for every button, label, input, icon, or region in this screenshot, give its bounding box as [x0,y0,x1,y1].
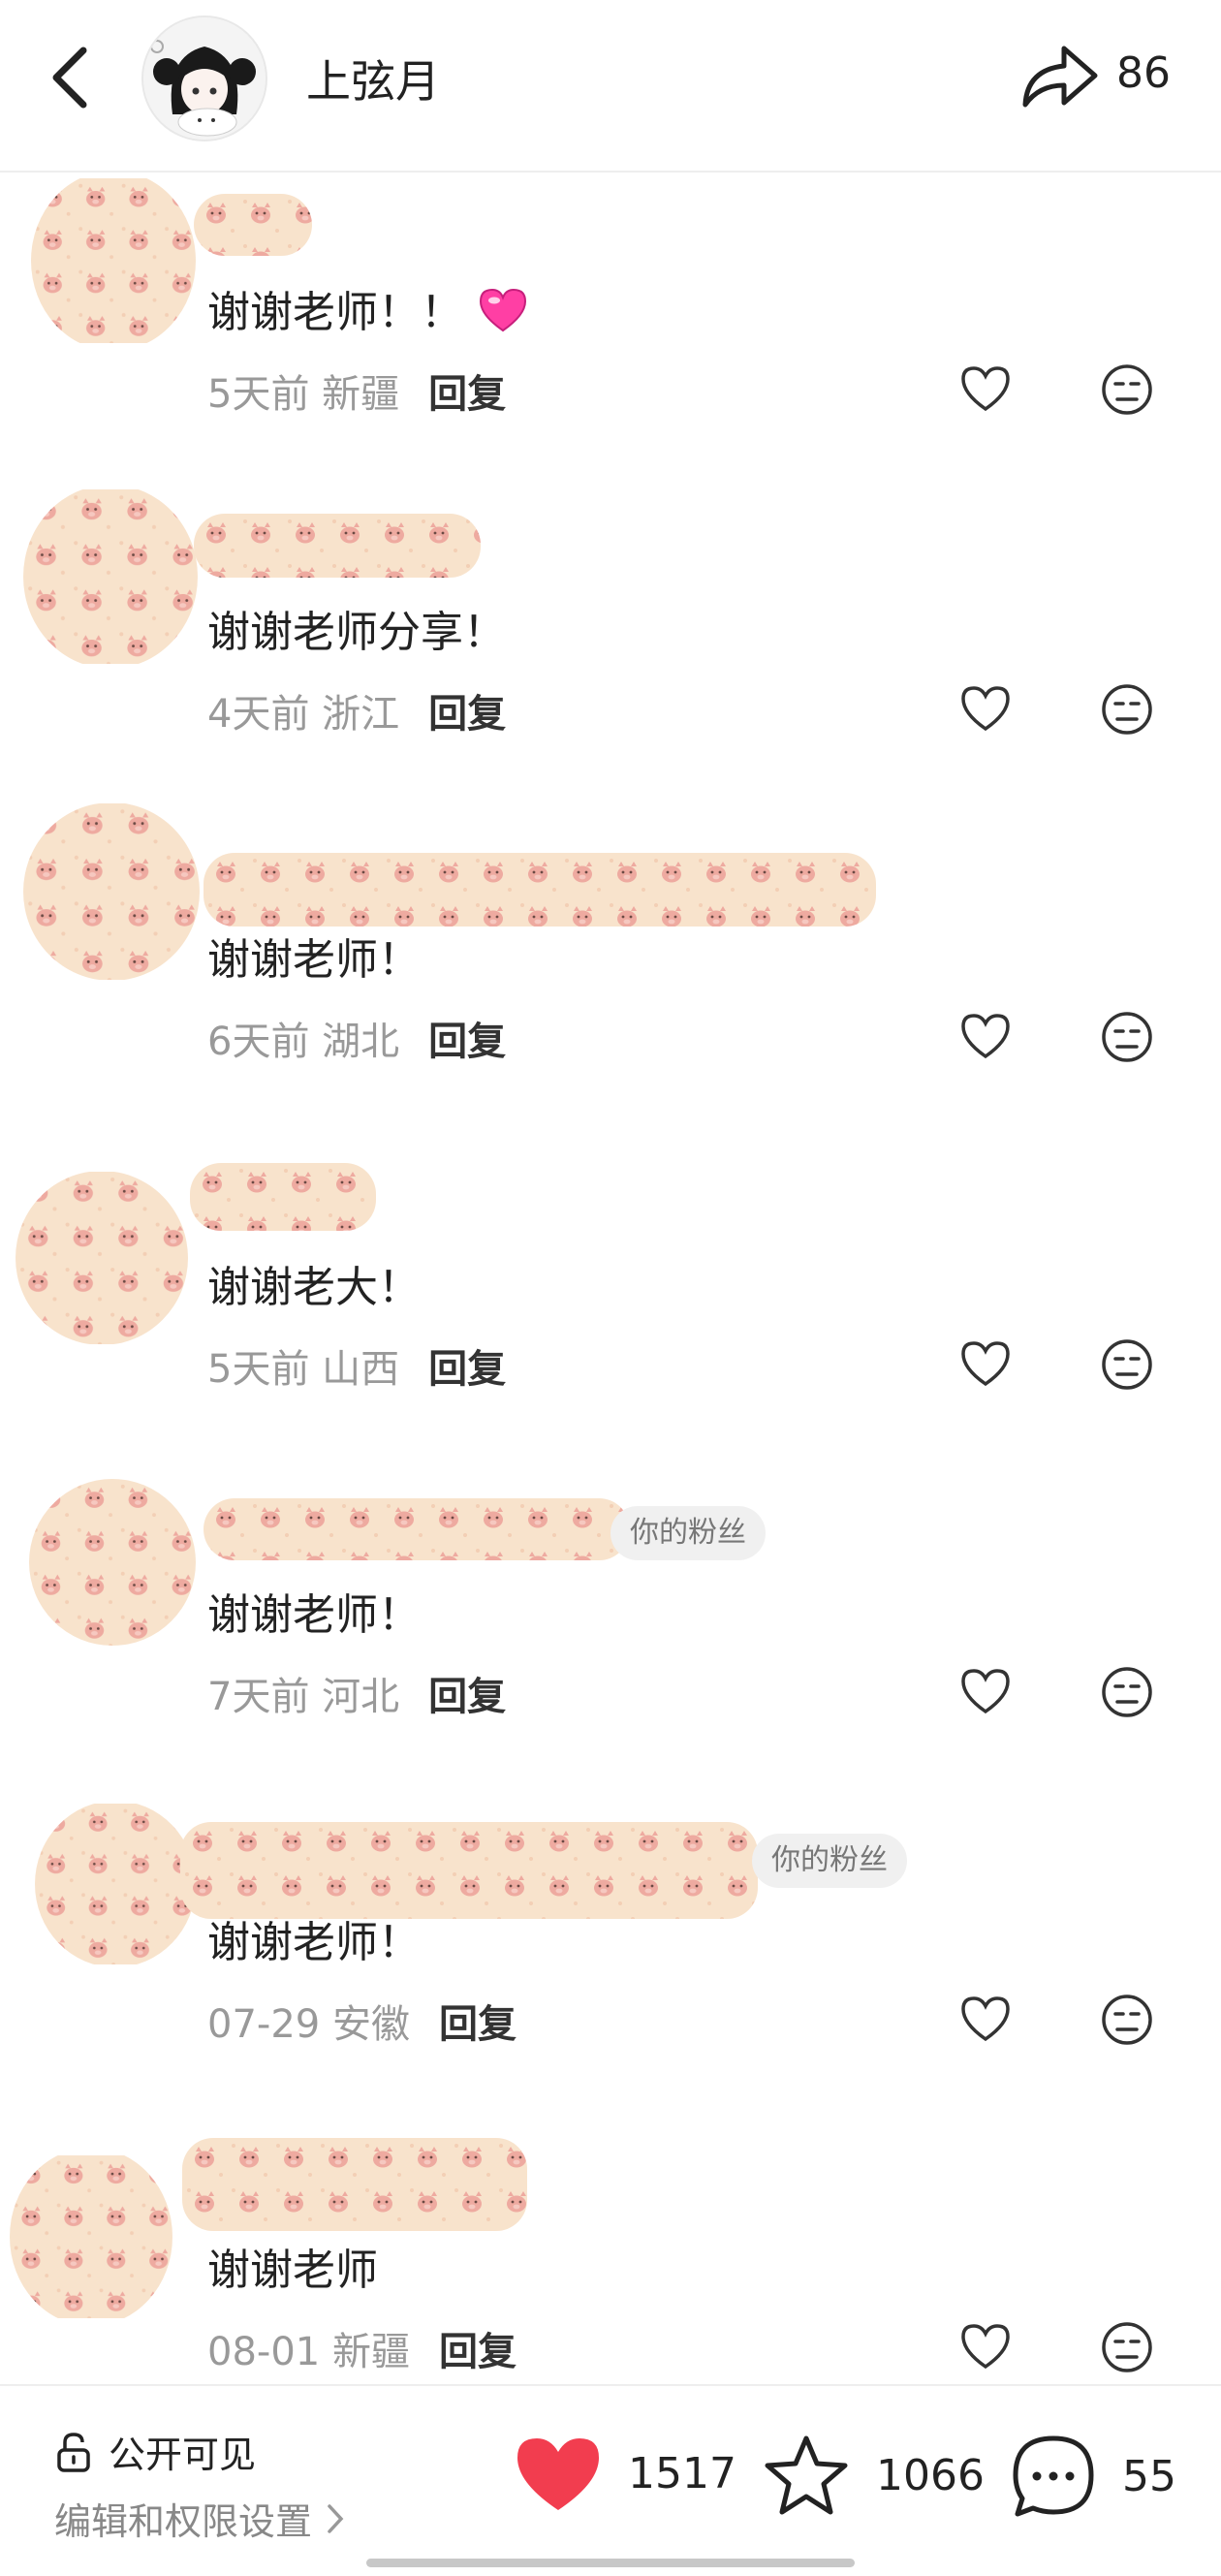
meh-face-icon[interactable] [1100,1010,1154,1064]
comment-text: 谢谢老师 [207,2246,378,2295]
reply-button[interactable]: 回复 [428,372,506,417]
commenter-avatar[interactable] [23,485,198,669]
reply-button[interactable]: 回复 [428,1347,506,1392]
like-stat[interactable]: 1517 [514,2433,736,2514]
comment-item: 谢谢老师！！ 5天前 新疆 回复 [0,171,1221,498]
comment-text: 谢谢老大！ [207,1263,421,1312]
author-avatar[interactable] [141,16,267,141]
comment-list: 谢谢老师！！ 5天前 新疆 回复 谢谢老师分享！ 4天前 浙江 回复 谢谢老师！ 6… [0,171,1221,2380]
reply-button[interactable]: 回复 [439,2002,517,2047]
meh-face-icon[interactable] [1100,1337,1154,1392]
visibility-row: 公开可见 [54,2425,345,2478]
heart-outline-icon[interactable] [959,1665,1012,1717]
comment-text: 谢谢老师！ [207,935,421,985]
comment-location: 山西 [322,1347,400,1392]
commenter-name-mosaic[interactable] [204,1498,630,1560]
heart-outline-icon[interactable] [959,362,1012,415]
comment-text: 谢谢老师！ [207,1590,421,1640]
comment-date: 07-29 [207,2002,321,2047]
comment-item: 你的粉丝 谢谢老师！ 07-29 安徽 回复 [0,1801,1221,2128]
commenter-avatar[interactable] [29,1479,196,1646]
privacy-settings[interactable]: 公开可见 编辑和权限设置 [54,2425,345,2545]
comment-text: 谢谢老师！ [207,1918,421,1967]
bottom-action-bar: 公开可见 编辑和权限设置 1517 1066 55 [0,2384,1221,2576]
commenter-avatar[interactable] [23,802,200,981]
comment-text: 谢谢老师！！ [207,277,529,339]
share-arrow-icon[interactable] [1018,35,1101,118]
comment-item: 谢谢老大！ 5天前 山西 回复 [0,1146,1221,1473]
heart-outline-icon[interactable] [959,2320,1012,2372]
meh-face-icon[interactable] [1100,362,1154,417]
author-name[interactable]: 上弦月 [306,47,440,110]
comment-item: 谢谢老师分享！ 4天前 浙江 回复 [0,489,1221,818]
pink-heart-emoji-icon [479,288,527,332]
comment-date: 6天前 [207,1020,310,1064]
favorite-stat[interactable]: 1066 [762,2433,985,2518]
home-indicator[interactable] [366,2559,855,2567]
meh-face-icon[interactable] [1100,2320,1154,2374]
fan-badge: 你的粉丝 [610,1506,766,1560]
comment-meta: 08-01 新疆 回复 [207,2320,517,2376]
settings-label: 编辑和权限设置 [54,2500,313,2543]
heart-filled-icon[interactable] [514,2433,603,2514]
heart-outline-icon[interactable] [959,1010,1012,1062]
commenter-name-mosaic[interactable] [204,853,876,927]
reply-button[interactable]: 回复 [428,692,506,737]
like-count: 1517 [628,2448,736,2498]
comment-date: 5天前 [207,1347,310,1392]
comment-date: 5天前 [207,372,310,417]
lock-icon [57,2432,90,2472]
commenter-avatar[interactable] [35,1801,196,1967]
comment-stat[interactable]: 55 [1010,2433,1176,2520]
comment-location: 湖北 [322,1020,400,1064]
meh-face-icon[interactable] [1100,682,1154,737]
comment-date: 4天前 [207,692,310,737]
settings-link[interactable]: 编辑和权限设置 [54,2492,345,2545]
comment-meta: 6天前 湖北 回复 [207,1010,506,1066]
commenter-avatar[interactable] [31,171,196,351]
comment-location: 河北 [322,1675,400,1719]
comment-location: 新疆 [322,372,400,417]
comment-date: 7天前 [207,1675,310,1719]
comment-item: 你的粉丝 谢谢老师！ 7天前 河北 回复 [0,1473,1221,1801]
reply-button[interactable]: 回复 [439,2330,517,2374]
comment-meta: 5天前 新疆 回复 [207,362,506,419]
visibility-label: 公开可见 [109,2434,257,2476]
comment-date: 08-01 [207,2330,321,2374]
commenter-name-mosaic[interactable] [180,1822,758,1919]
chevron-right-icon [328,2503,344,2533]
comment-meta: 7天前 河北 回复 [207,1665,506,1721]
meh-face-icon[interactable] [1100,1993,1154,2047]
heart-outline-icon[interactable] [959,1993,1012,2045]
commenter-avatar[interactable] [16,1171,188,1345]
heart-outline-icon[interactable] [959,1337,1012,1390]
comment-meta: 07-29 安徽 回复 [207,1993,517,2049]
comment-text: 谢谢老师分享！ [207,608,506,657]
share-count: 86 [1116,48,1171,98]
comment-location: 安徽 [331,2002,410,2047]
comment-meta: 5天前 山西 回复 [207,1337,506,1394]
comment-item: 谢谢老师 08-01 新疆 回复 [0,2128,1221,2380]
fan-badge: 你的粉丝 [752,1834,907,1888]
meh-face-icon[interactable] [1100,1665,1154,1719]
commenter-name-mosaic[interactable] [182,2138,527,2231]
commenter-name-mosaic[interactable] [190,1163,376,1231]
commenter-name-mosaic[interactable] [194,514,481,578]
reply-button[interactable]: 回复 [428,1675,506,1719]
chat-bubble-icon[interactable] [1010,2433,1097,2520]
comment-item: 谢谢老师！ 6天前 湖北 回复 [0,803,1221,1146]
heart-outline-icon[interactable] [959,682,1012,735]
commenter-name-mosaic[interactable] [194,194,312,256]
star-outline-icon[interactable] [762,2433,851,2518]
reply-button[interactable]: 回复 [428,1020,506,1064]
top-bar: 上弦月 86 [0,0,1221,173]
comment-count: 55 [1122,2451,1176,2501]
commenter-avatar[interactable] [10,2148,172,2326]
back-chevron-icon[interactable] [37,39,105,116]
comment-location: 新疆 [331,2330,410,2374]
favorite-count: 1066 [876,2450,985,2500]
comment-meta: 4天前 浙江 回复 [207,682,506,738]
comment-location: 浙江 [322,692,400,737]
